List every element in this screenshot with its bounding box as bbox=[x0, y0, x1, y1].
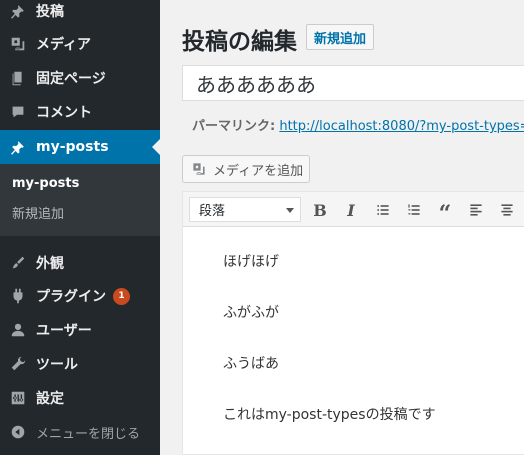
format-select[interactable]: 段落 bbox=[189, 197, 301, 222]
add-media-label: メディアを追加 bbox=[213, 163, 304, 179]
menu-label-pages: 固定ページ bbox=[36, 71, 106, 87]
menu-item-posts[interactable]: 投稿 bbox=[0, 0, 160, 28]
permalink-label: パーマリンク: bbox=[192, 119, 276, 134]
active-indicator bbox=[152, 139, 160, 155]
editor-paragraph[interactable]: ふがふが bbox=[223, 302, 279, 322]
update-count-badge: 1 bbox=[113, 287, 130, 305]
numbered-list-icon[interactable] bbox=[403, 199, 425, 221]
align-left-icon[interactable] bbox=[465, 199, 487, 221]
editor-toolbar: 段落 B I “ bbox=[183, 192, 524, 227]
editor-paragraph[interactable]: ふうばあ bbox=[223, 353, 279, 373]
italic-icon[interactable]: I bbox=[340, 199, 362, 221]
comment-icon bbox=[0, 95, 36, 129]
menu-label-tools: ツール bbox=[36, 357, 78, 373]
pushpin-icon bbox=[0, 0, 36, 28]
menu-item-appearance[interactable]: 外観 bbox=[0, 246, 160, 280]
blockquote-icon[interactable]: “ bbox=[434, 199, 456, 225]
permalink-url-link[interactable]: http://localhost:8080/?my-post-types=あ bbox=[279, 119, 524, 134]
page-icon bbox=[0, 61, 36, 95]
menu-label-appearance: 外観 bbox=[36, 256, 64, 272]
pushpin-icon bbox=[0, 130, 36, 164]
settings-icon bbox=[0, 381, 36, 415]
user-icon bbox=[0, 313, 36, 347]
permalink: パーマリンク: http://localhost:8080/?my-post-t… bbox=[192, 115, 524, 134]
editor-paragraph[interactable]: これはmy-post-typesの投稿です bbox=[223, 404, 436, 424]
menu-item-plugins[interactable]: プラグイン 1 bbox=[0, 279, 160, 313]
menu-label-my-posts: my-posts bbox=[36, 139, 109, 155]
menu-item-my-posts[interactable]: my-posts bbox=[0, 130, 160, 164]
edit-post-screen: 投稿の編集 新規追加 ああああああ パーマリンク: http://localho… bbox=[160, 0, 524, 455]
page-title: 投稿の編集 bbox=[182, 29, 297, 55]
menu-label-plugins: プラグイン bbox=[36, 289, 106, 305]
bold-icon[interactable]: B bbox=[309, 199, 331, 221]
menu-item-tools[interactable]: ツール bbox=[0, 347, 160, 381]
menu-item-users[interactable]: ユーザー bbox=[0, 313, 160, 347]
add-new-button[interactable]: 新規追加 bbox=[306, 24, 375, 50]
menu-item-pages[interactable]: 固定ページ bbox=[0, 61, 160, 95]
collapse-menu-button[interactable]: メニューを閉じる bbox=[0, 415, 160, 449]
menu-label-posts: 投稿 bbox=[36, 4, 64, 20]
plugin-icon bbox=[0, 279, 36, 313]
admin-sidebar: 投稿 メディア 固定ページ コメント my-posts my-posts 新規追… bbox=[0, 0, 160, 455]
chevron-down-icon bbox=[286, 208, 294, 213]
submenu-item-my-posts[interactable]: my-posts bbox=[12, 176, 79, 191]
media-icon bbox=[193, 163, 205, 175]
post-editor: 段落 B I “ ほげほげ ふがふが ふうばあ これはmy-post-types… bbox=[182, 191, 524, 455]
menu-label-comments: コメント bbox=[36, 105, 92, 121]
media-icon bbox=[0, 27, 36, 61]
collapse-arrow-icon bbox=[0, 415, 36, 449]
menu-item-settings[interactable]: 設定 bbox=[0, 381, 160, 415]
wrench-icon bbox=[0, 347, 36, 381]
menu-item-media[interactable]: メディア bbox=[0, 27, 160, 61]
editor-paragraph[interactable]: ほげほげ bbox=[223, 251, 279, 271]
my-posts-submenu: my-posts 新規追加 bbox=[0, 164, 160, 236]
bullet-list-icon[interactable] bbox=[372, 199, 394, 221]
menu-label-media: メディア bbox=[36, 37, 92, 53]
post-title-input[interactable]: ああああああ bbox=[182, 65, 524, 101]
appearance-icon bbox=[0, 246, 36, 280]
menu-label-users: ユーザー bbox=[36, 323, 92, 339]
add-media-button[interactable]: メディアを追加 bbox=[182, 155, 310, 183]
collapse-menu-label: メニューを閉じる bbox=[36, 426, 141, 442]
menu-item-comments[interactable]: コメント bbox=[0, 95, 160, 129]
align-center-icon[interactable] bbox=[496, 199, 518, 221]
format-select-value: 段落 bbox=[199, 204, 226, 219]
submenu-item-add-new[interactable]: 新規追加 bbox=[12, 203, 64, 222]
menu-label-settings: 設定 bbox=[36, 391, 64, 407]
